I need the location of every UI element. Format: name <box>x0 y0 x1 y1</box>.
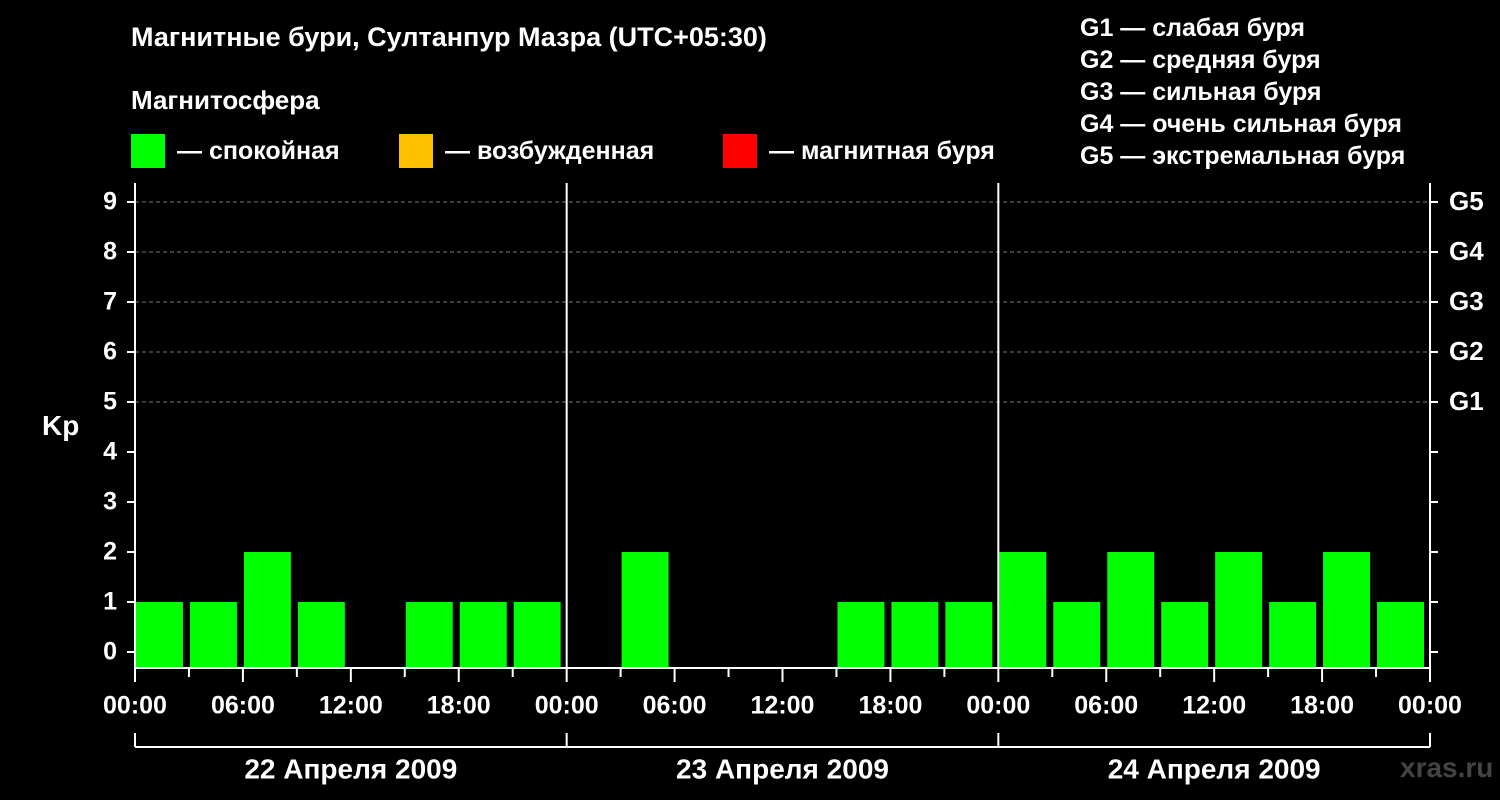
x-tick-label-5: 06:00 <box>643 692 707 720</box>
x-tick-label-3: 18:00 <box>427 692 491 720</box>
kp-bar-2 <box>243 552 291 668</box>
x-tick-label-0: 00:00 <box>103 692 167 720</box>
day-label-1: 23 Апреля 2009 <box>676 753 889 784</box>
kp-bar-16 <box>999 552 1047 668</box>
y-tick-label-2: 2 <box>103 538 117 566</box>
kp-bar-23 <box>1377 602 1424 668</box>
y-tick-label-9: 9 <box>103 188 117 216</box>
kp-bar-21 <box>1269 602 1317 668</box>
right-axis-label-g3: G3 <box>1449 286 1484 316</box>
kp-bar-19 <box>1161 602 1209 668</box>
y-tick-label-3: 3 <box>103 488 117 516</box>
y-tick-label-6: 6 <box>103 338 117 366</box>
x-tick-label-2: 12:00 <box>319 692 383 720</box>
kp-bar-9 <box>621 552 669 668</box>
right-axis-label-g2: G2 <box>1449 336 1484 366</box>
y-tick-label-5: 5 <box>103 388 117 416</box>
y-tick-label-4: 4 <box>103 438 117 466</box>
x-tick-label-11: 18:00 <box>1290 692 1354 720</box>
kp-bar-3 <box>297 602 345 668</box>
x-tick-label-4: 00:00 <box>535 692 599 720</box>
kp-bar-22 <box>1323 552 1371 668</box>
x-tick-label-9: 06:00 <box>1074 692 1138 720</box>
x-tick-label-12: 00:00 <box>1398 692 1462 720</box>
kp-bar-6 <box>459 602 507 668</box>
y-tick-label-0: 0 <box>103 638 117 666</box>
day-label-2: 24 Апреля 2009 <box>1108 753 1321 784</box>
kp-bar-13 <box>837 602 885 668</box>
y-tick-label-7: 7 <box>103 288 117 316</box>
kp-chart: 0 1 2 3 4 5 6 7 8 9 G1 G2 G3 G4 G5 00:00 06:00 12:00 18:00… <box>103 183 1484 784</box>
x-tick-label-7: 18:00 <box>858 692 922 720</box>
y-tick-label-1: 1 <box>103 588 117 616</box>
kp-bar-17 <box>1053 602 1101 668</box>
x-tick-label-10: 12:00 <box>1182 692 1246 720</box>
x-tick-label-8: 00:00 <box>966 692 1030 720</box>
kp-bar-7 <box>513 602 561 668</box>
day-label-0: 22 Апреля 2009 <box>244 753 457 784</box>
kp-bar-14 <box>891 602 939 668</box>
right-axis-label-g1: G1 <box>1449 386 1484 416</box>
right-axis-label-g5: G5 <box>1449 186 1484 216</box>
kp-bar-1 <box>189 602 237 668</box>
x-tick-label-1: 06:00 <box>211 692 275 720</box>
right-axis-label-g4: G4 <box>1449 236 1484 266</box>
kp-bar-20 <box>1215 552 1263 668</box>
kp-bar-5 <box>405 602 453 668</box>
kp-bar-15 <box>945 602 993 668</box>
y-tick-label-8: 8 <box>103 238 117 266</box>
kp-bar-0 <box>136 602 183 668</box>
x-tick-label-6: 12:00 <box>751 692 815 720</box>
kp-bar-18 <box>1107 552 1155 668</box>
